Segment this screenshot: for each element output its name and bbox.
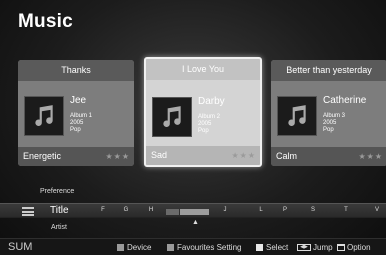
jump-label: Jump <box>313 243 333 252</box>
device-hint[interactable]: Device <box>117 243 151 252</box>
source-label: SUM <box>8 241 33 253</box>
gray-button-icon <box>167 244 174 251</box>
music-note-icon <box>152 97 192 137</box>
jump-icon: ◀▶ <box>297 244 311 251</box>
music-note-icon <box>277 96 317 136</box>
music-card-1[interactable]: Thanks Jee Album 1 2005 Pop Energetic ★★… <box>18 60 134 166</box>
help-bar: SUM Device Favourites Setting Select ◀▶ … <box>0 238 386 255</box>
index-letter[interactable]: T <box>341 207 351 213</box>
album-year: 2005 <box>323 120 337 126</box>
sort-option-below[interactable]: Artist <box>51 224 67 231</box>
sort-option-above[interactable]: Preference <box>40 188 74 195</box>
song-title: I Love You <box>146 59 260 80</box>
music-card-3[interactable]: Better than yesterday Catherine Album 3 … <box>271 60 386 166</box>
card-footer: Sad ★★★ <box>146 146 260 165</box>
device-label: Device <box>127 243 152 252</box>
index-letter[interactable]: J <box>220 207 230 213</box>
card-footer: Calm ★★★ <box>271 147 386 166</box>
album-year: 2005 <box>70 120 84 126</box>
album-name: Album 2 <box>198 114 221 120</box>
song-title: Better than yesterday <box>271 60 386 81</box>
album-name: Album 3 <box>323 113 346 119</box>
album-genre: Pop <box>323 127 334 133</box>
album-genre: Pop <box>70 127 81 133</box>
rating-stars: ★★★ <box>358 152 383 161</box>
index-letter[interactable]: V <box>372 207 382 213</box>
gray-button-icon <box>117 244 124 251</box>
index-caret-icon: ▲ <box>192 219 199 226</box>
artist-name: Catherine <box>323 95 367 106</box>
list-icon <box>22 207 34 216</box>
sort-index-bar: Title F G H J L P S T V <box>0 203 386 218</box>
mood-label: Sad <box>151 150 168 160</box>
option-hint[interactable]: Option <box>337 243 371 252</box>
card-footer: Energetic ★★★ <box>18 147 134 166</box>
album-year: 2005 <box>198 121 212 127</box>
album-genre: Pop <box>198 128 209 134</box>
music-card-2[interactable]: I Love You Darby Album 2 2005 Pop Sad ★★… <box>144 57 262 167</box>
rating-stars: ★★★ <box>231 151 256 160</box>
select-label: Select <box>266 243 289 252</box>
enter-button-icon <box>256 244 263 251</box>
index-letter[interactable]: H <box>146 207 156 213</box>
favourites-hint[interactable]: Favourites Setting <box>167 243 241 252</box>
artist-name: Darby <box>198 96 225 107</box>
favourites-label: Favourites Setting <box>177 243 242 252</box>
jump-hint[interactable]: ◀▶ Jump <box>297 243 333 252</box>
index-letter[interactable]: S <box>308 207 318 213</box>
music-note-icon <box>24 96 64 136</box>
page-title: Music <box>18 11 73 32</box>
mood-label: Calm <box>276 151 298 161</box>
rating-stars: ★★★ <box>105 152 130 161</box>
index-letter[interactable]: F <box>98 207 108 213</box>
index-letter[interactable]: L <box>256 207 266 213</box>
index-selection-marker <box>166 209 209 215</box>
sort-current[interactable]: Title <box>50 205 69 216</box>
artist-name: Jee <box>70 95 87 106</box>
index-letter[interactable]: G <box>121 207 131 213</box>
mood-label: Energetic <box>23 151 62 161</box>
tools-icon <box>337 244 345 251</box>
option-label: Option <box>347 243 371 252</box>
music-screen: Music Thanks Jee Album 1 2005 Pop Energe… <box>0 0 386 255</box>
index-letter[interactable]: P <box>280 207 290 213</box>
song-title: Thanks <box>18 60 134 81</box>
select-hint[interactable]: Select <box>256 243 288 252</box>
album-name: Album 1 <box>70 113 93 119</box>
